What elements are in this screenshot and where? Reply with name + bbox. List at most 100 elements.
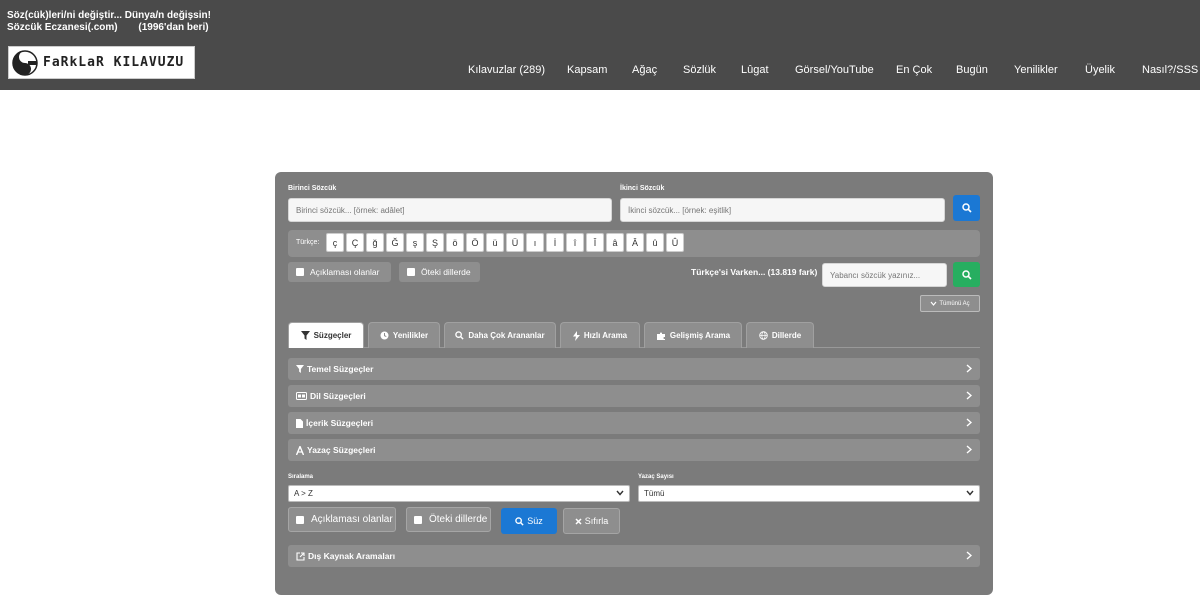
file-icon (296, 418, 303, 428)
search-icon (961, 269, 972, 280)
filter-button[interactable]: Süz (501, 508, 557, 534)
accordion-label: Yazaç Süzgeçleri (307, 445, 376, 455)
tab-yenilikler[interactable]: Yenilikler (368, 322, 440, 348)
nav-yenilikler[interactable]: Yenilikler (1014, 64, 1058, 76)
tab-label: Daha Çok Arananlar (468, 331, 545, 340)
accordion-yazac-suzgecleri[interactable]: Yazaç Süzgeçleri (288, 439, 980, 461)
accordion-icerik-suzgecleri[interactable]: İçerik Süzgeçleri (288, 412, 980, 434)
tab-daha-cok-arananlar[interactable]: Daha Çok Arananlar (444, 322, 556, 348)
char-button[interactable]: Ş (426, 233, 444, 252)
filter-explained-checkbox[interactable]: Açıklaması olanlar (288, 507, 396, 532)
reset-button[interactable]: Sıfırla (563, 508, 620, 534)
tagline-since: (1996'dan beri) (138, 22, 209, 33)
tab-label: Hızlı Arama (583, 331, 628, 340)
first-word-input[interactable] (288, 198, 612, 222)
char-button[interactable]: Ü (506, 233, 524, 252)
site-header: Söz(cük)leri/ni değiştir... Dünya/n deği… (0, 0, 1200, 90)
search-panel: Birinci Sözcük İkinci Sözcük Türkçe: ç Ç… (275, 172, 993, 595)
tagline-site: Sözcük Eczanesi(.com) (7, 22, 118, 33)
char-button[interactable]: î (566, 233, 584, 252)
accordion-dis-kaynak[interactable]: Dış Kaynak Aramaları (288, 545, 980, 567)
close-icon (575, 517, 582, 525)
search-button[interactable] (953, 195, 980, 221)
char-button[interactable]: ğ (366, 233, 384, 252)
char-button[interactable]: Ğ (386, 233, 404, 252)
tab-hizli-arama[interactable]: Hızlı Arama (560, 322, 640, 348)
reset-button-label: Sıfırla (584, 516, 609, 526)
accordion-label: İçerik Süzgeçleri (306, 418, 374, 428)
nav-uyelik[interactable]: Üyelik (1085, 64, 1115, 76)
main-nav: Kılavuzlar (289) Kapsam Ağaç Sözlük Lûga… (0, 64, 1200, 78)
checkbox-box (296, 515, 304, 524)
bolt-icon (572, 330, 580, 341)
char-button[interactable]: Û (666, 233, 684, 252)
chevron-right-icon (966, 364, 972, 373)
chevron-right-icon (966, 445, 972, 454)
letter-count-select[interactable]: Tümü (638, 485, 980, 502)
letter-count-value: Tümü (644, 489, 665, 498)
nav-en-cok[interactable]: En Çok (896, 64, 932, 76)
sort-value: A > Z (294, 489, 313, 498)
nav-agac[interactable]: Ağaç (632, 64, 657, 76)
foreign-search-button[interactable] (953, 262, 980, 287)
other-langs-checkbox[interactable]: Öteki dillerde (399, 262, 480, 282)
tab-label: Dillerde (771, 331, 802, 340)
char-button[interactable]: ç (326, 233, 344, 252)
char-button[interactable]: ı (526, 233, 544, 252)
turkish-char-list: ç Ç ğ Ğ ş Ş ö Ö ü Ü ı İ î Î â Â û Û (326, 233, 684, 252)
accordion-label: Dil Süzgeçleri (310, 391, 366, 401)
tab-suzgecler[interactable]: Süzgeçler (288, 322, 364, 348)
accordion-dil-suzgecleri[interactable]: Dil Süzgeçleri (288, 385, 980, 407)
filter-explained-label: Açıklaması olanlar (311, 514, 393, 525)
char-button[interactable]: İ (546, 233, 564, 252)
filter-other-langs-label: Öteki dillerde (429, 514, 488, 525)
checkbox-box (414, 515, 422, 524)
nav-lugat[interactable]: Lûgat (741, 64, 769, 76)
char-button[interactable]: ö (446, 233, 464, 252)
turkish-char-bar: Türkçe: ç Ç ğ Ğ ş Ş ö Ö ü Ü ı İ î Î â Â … (288, 230, 980, 257)
filter-icon (296, 365, 304, 373)
nav-sozluk[interactable]: Sözlük (683, 64, 716, 76)
sort-select[interactable]: A > Z (288, 485, 630, 502)
nav-nasil-sss[interactable]: Nasıl?/SSS (1142, 64, 1198, 76)
checkbox-box (296, 268, 304, 276)
nav-gorsel-youtube[interactable]: Görsel/YouTube (795, 64, 874, 76)
language-icon (296, 392, 307, 400)
chevron-down-icon (616, 490, 624, 496)
expand-all-label: Tümünü Aç (939, 300, 970, 307)
first-word-label: Birinci Sözcük (288, 185, 337, 192)
turkish-label: Türkçe: (296, 239, 320, 246)
explained-checkbox[interactable]: Açıklaması olanlar (288, 262, 391, 282)
chevron-right-icon (966, 418, 972, 427)
nav-kapsam[interactable]: Kapsam (567, 64, 607, 76)
nav-kilavuzlar[interactable]: Kılavuzlar (289) (468, 64, 545, 76)
char-button[interactable]: Ç (346, 233, 364, 252)
chevron-down-icon (966, 490, 974, 496)
second-word-input[interactable] (620, 198, 945, 222)
letter-count-label: Yazaç Sayısı (638, 474, 674, 480)
char-button[interactable]: ü (486, 233, 504, 252)
tab-gelismis-arama[interactable]: Gelişmiş Arama (644, 322, 742, 348)
char-button[interactable]: Ö (466, 233, 484, 252)
accordion-temel-suzgecler[interactable]: Temel Süzgeçler (288, 358, 980, 380)
char-button[interactable]: û (646, 233, 664, 252)
accordion-label: Dış Kaynak Aramaları (308, 551, 396, 561)
search-icon (455, 331, 465, 340)
char-button[interactable]: Î (586, 233, 604, 252)
tab-dillerde[interactable]: Dillerde (746, 322, 814, 348)
char-button[interactable]: ş (406, 233, 424, 252)
checkbox-box (407, 268, 415, 276)
char-button[interactable]: Â (626, 233, 644, 252)
tagline-line1: Söz(cük)leri/ni değiştir... Dünya/n deği… (7, 10, 211, 21)
filter-other-langs-checkbox[interactable]: Öteki dillerde (406, 507, 491, 532)
explained-checkbox-label: Açıklaması olanlar (310, 267, 380, 277)
second-word-label: İkinci Sözcük (620, 185, 665, 192)
difference-count: Türkçe'si Varken... (13.819 fark) (691, 267, 818, 277)
other-langs-checkbox-label: Öteki dillerde (421, 267, 471, 277)
expand-all-button[interactable]: Tümünü Aç (920, 295, 980, 312)
foreign-word-input[interactable] (822, 263, 947, 287)
filter-icon (300, 331, 310, 340)
nav-bugun[interactable]: Bugün (956, 64, 988, 76)
char-button[interactable]: â (606, 233, 624, 252)
tab-label: Süzgeçler (313, 331, 352, 340)
